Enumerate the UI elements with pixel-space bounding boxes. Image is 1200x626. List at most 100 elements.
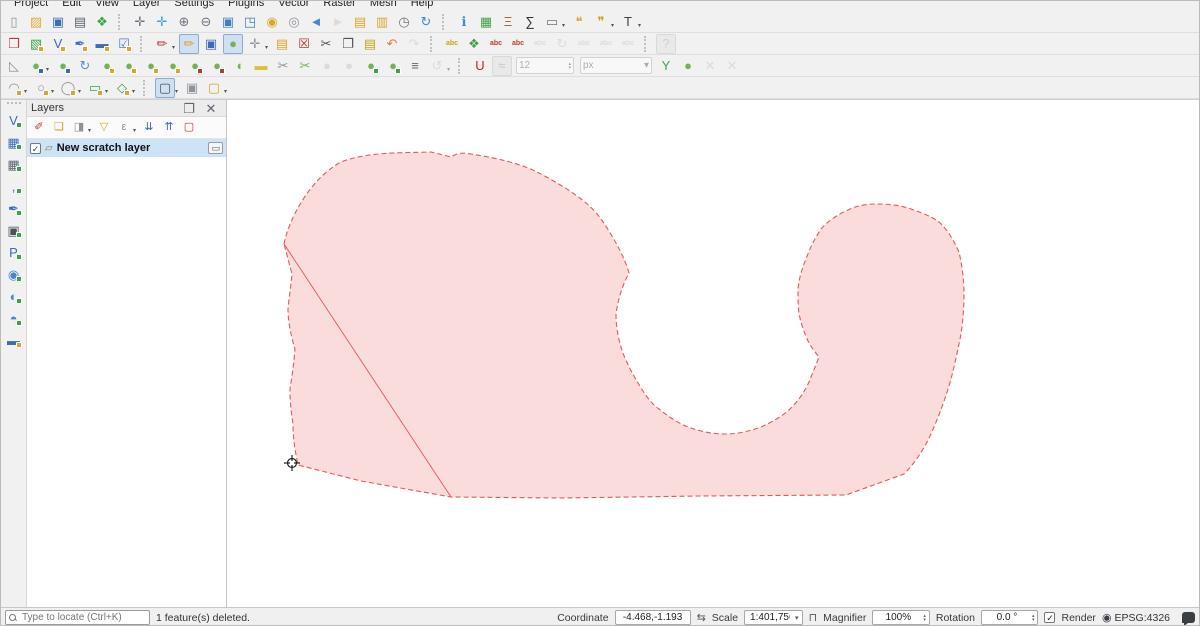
float-panel-button[interactable]: ❐ bbox=[179, 98, 199, 118]
layer-diagram-button[interactable]: ❖ bbox=[464, 34, 484, 54]
messages-icon[interactable] bbox=[1182, 612, 1195, 623]
zoom-next-button[interactable]: ► bbox=[328, 12, 348, 32]
move-feature-button[interactable]: ●▾ bbox=[26, 56, 46, 76]
circular-string-radius-button[interactable]: ◠▾ bbox=[4, 78, 24, 98]
save-layer-edits-button[interactable]: ▣ bbox=[201, 34, 221, 54]
save-project-button[interactable]: ▣ bbox=[48, 12, 68, 32]
undo-button[interactable]: ↶ bbox=[382, 34, 402, 54]
open-attribute-table-button[interactable]: ▦ bbox=[476, 12, 496, 32]
text-annotation-button[interactable]: T▾ bbox=[618, 12, 638, 32]
coordinate-input[interactable] bbox=[619, 611, 687, 624]
delete-part-button[interactable]: ● bbox=[207, 56, 227, 76]
reshape-features-button[interactable]: ◖ bbox=[229, 56, 249, 76]
simplify-feature-button[interactable]: ● bbox=[97, 56, 117, 76]
highlight-pinned-labels-button[interactable]: abc bbox=[508, 34, 528, 54]
stream-digitizing-button[interactable]: ≈ bbox=[492, 56, 512, 76]
manage-map-themes-button[interactable]: ◨▾ bbox=[70, 119, 88, 137]
menu-plugins[interactable]: Plugins bbox=[221, 1, 271, 10]
copy-features-button[interactable]: ❐ bbox=[338, 34, 358, 54]
add-group-button[interactable]: ❏ bbox=[50, 119, 68, 137]
paste-features-button[interactable]: ▤ bbox=[360, 34, 380, 54]
modify-attributes-button[interactable]: ▤ bbox=[272, 34, 292, 54]
memory-layer-indicator-icon[interactable]: ▭ bbox=[208, 142, 223, 154]
layer-labeling-button[interactable]: abc bbox=[442, 34, 462, 54]
collapse-all-button[interactable]: ⇈ bbox=[160, 119, 178, 137]
add-wcs-layer-button[interactable]: ◓ bbox=[4, 308, 24, 328]
coordinate-extents-toggle-icon[interactable]: ⇆ bbox=[697, 611, 706, 624]
zoom-full-button[interactable]: ◳ bbox=[240, 12, 260, 32]
crs-status[interactable]: ◉ EPSG:4326 bbox=[1102, 611, 1170, 624]
add-wfs-layer-button[interactable]: ▬ bbox=[4, 330, 24, 350]
menu-view[interactable]: View bbox=[88, 1, 126, 10]
menu-project[interactable]: Project bbox=[7, 1, 55, 10]
add-vector-layer-button[interactable]: V bbox=[4, 110, 24, 130]
zoom-to-layer-button[interactable]: ◎ bbox=[284, 12, 304, 32]
measure-dropdown-icon[interactable]: ▾ bbox=[562, 22, 565, 29]
magnifier-box[interactable]: ▴▾ bbox=[872, 610, 930, 625]
new-spatial-bookmark-button[interactable]: ▤ bbox=[350, 12, 370, 32]
manage-map-themes-dropdown-icon[interactable]: ▾ bbox=[88, 127, 91, 134]
layout-manager-button[interactable]: ▤ bbox=[70, 12, 90, 32]
new-project-button[interactable]: ▯ bbox=[4, 12, 24, 32]
add-rectangle-button[interactable]: ▭▾ bbox=[85, 78, 105, 98]
expand-all-button[interactable]: ⇊ bbox=[140, 119, 158, 137]
new-shapefile-layer-button[interactable]: V bbox=[48, 34, 68, 54]
filter-by-expression-button[interactable]: ε▾ bbox=[115, 119, 133, 137]
snap-unit-input[interactable]: px▾ bbox=[580, 57, 652, 74]
menu-vector[interactable]: Vector bbox=[271, 1, 316, 10]
locator-search[interactable] bbox=[5, 610, 150, 625]
current-edits-dropdown-icon[interactable]: ▾ bbox=[172, 44, 175, 51]
map-tips-button[interactable]: ❝ bbox=[569, 12, 589, 32]
new-virtual-layer-button[interactable]: ☑ bbox=[114, 34, 134, 54]
redo-button[interactable]: ↷ bbox=[404, 34, 424, 54]
add-delimited-text-layer-button[interactable]: , bbox=[4, 176, 24, 196]
locator-input[interactable] bbox=[20, 611, 146, 624]
identify-features-button[interactable]: ℹ bbox=[454, 12, 474, 32]
snap-unit-arrows[interactable]: ▾ bbox=[644, 60, 649, 71]
add-wms-layer-button[interactable]: ◐ bbox=[4, 286, 24, 306]
pan-to-selection-button[interactable]: ✛ bbox=[152, 12, 172, 32]
magnifier-spinner[interactable]: ▴▾ bbox=[923, 614, 926, 622]
snap-tolerance-input[interactable]: 12▴▾ bbox=[516, 57, 574, 74]
add-rectangle-dropdown-icon[interactable]: ▾ bbox=[105, 88, 108, 95]
menu-help[interactable]: Help bbox=[404, 1, 441, 10]
enable-tracing-button[interactable]: Y bbox=[656, 56, 676, 76]
temporal-controller-button[interactable]: ◷ bbox=[394, 12, 414, 32]
offset-curve-button[interactable]: ▬ bbox=[251, 56, 271, 76]
self-snapping-button[interactable]: ✕ bbox=[722, 56, 742, 76]
add-regular-polygon-dropdown-icon[interactable]: ▾ bbox=[132, 88, 135, 95]
add-circle-dropdown-icon[interactable]: ▾ bbox=[51, 88, 54, 95]
whats-this-help-button[interactable]: ? bbox=[656, 34, 676, 54]
open-project-button[interactable]: ▨ bbox=[26, 12, 46, 32]
avoid-overlap-button[interactable]: ✕ bbox=[700, 56, 720, 76]
enable-snapping-on-intersection-button[interactable]: ● bbox=[678, 56, 698, 76]
snapping-options-button[interactable]: U bbox=[470, 56, 490, 76]
deselect-all-dropdown-icon[interactable]: ▾ bbox=[224, 88, 227, 95]
split-features-button[interactable]: ✂ bbox=[273, 56, 293, 76]
rotate-feature-button[interactable]: ↻ bbox=[75, 56, 95, 76]
measure-button[interactable]: ▭▾ bbox=[542, 12, 562, 32]
menu-settings[interactable]: Settings bbox=[167, 1, 221, 10]
vertex-tool-button[interactable]: ✛▾ bbox=[245, 34, 265, 54]
add-regular-polygon-button[interactable]: ◇▾ bbox=[112, 78, 132, 98]
map-canvas[interactable] bbox=[227, 100, 1199, 607]
zoom-native-button[interactable]: ▣ bbox=[218, 12, 238, 32]
text-annotation-dropdown-icon[interactable]: ▾ bbox=[638, 22, 641, 29]
layer-row-new-scratch-layer[interactable]: ✓ ▱ New scratch layer ▭ bbox=[27, 139, 226, 157]
merge-attributes-button[interactable]: ● bbox=[339, 56, 359, 76]
deselect-all-button[interactable]: ▢▾ bbox=[204, 78, 224, 98]
pin-labels-button[interactable]: abc bbox=[486, 34, 506, 54]
rotation-box[interactable]: ▴▾ bbox=[981, 610, 1039, 625]
add-ellipse-dropdown-icon[interactable]: ▾ bbox=[78, 88, 81, 95]
add-raster-layer-button[interactable]: ▦ bbox=[4, 132, 24, 152]
rotate-point-symbols-button[interactable]: ● bbox=[361, 56, 381, 76]
scale-combo[interactable]: ▾ bbox=[744, 610, 803, 625]
vertex-tool-dropdown-icon[interactable]: ▾ bbox=[265, 44, 268, 51]
add-postgis-layer-button[interactable]: P bbox=[4, 242, 24, 262]
circular-string-radius-dropdown-icon[interactable]: ▾ bbox=[24, 88, 27, 95]
menu-raster[interactable]: Raster bbox=[316, 1, 362, 10]
statistical-summary-button[interactable]: ∑ bbox=[520, 12, 540, 32]
rotate-canvas-dropdown-icon[interactable]: ▾ bbox=[447, 66, 450, 73]
toggle-editing-button[interactable]: ✏ bbox=[179, 34, 199, 54]
merge-features-button[interactable]: ● bbox=[317, 56, 337, 76]
